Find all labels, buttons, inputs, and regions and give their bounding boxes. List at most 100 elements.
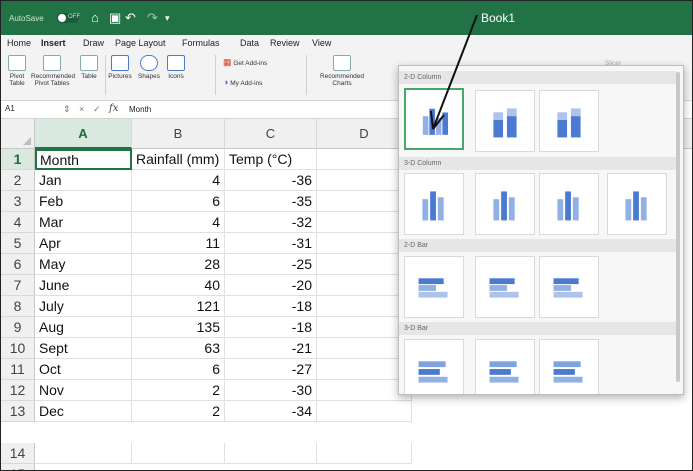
table-cell[interactable]: -27 bbox=[225, 359, 317, 380]
chart-option-3d-stacked-column[interactable] bbox=[475, 173, 535, 235]
table-cell[interactable]: -31 bbox=[225, 233, 317, 254]
column-header-a[interactable]: A bbox=[35, 119, 132, 149]
row-header[interactable]: 8 bbox=[1, 296, 35, 317]
table-cell[interactable]: Apr bbox=[35, 233, 132, 254]
row-header[interactable]: 5 bbox=[1, 233, 35, 254]
table-cell[interactable]: Nov bbox=[35, 380, 132, 401]
chart-option-3d-stacked-bar[interactable] bbox=[475, 339, 535, 394]
cell-a1[interactable]: Month bbox=[35, 149, 132, 170]
cancel-icon[interactable]: × bbox=[79, 104, 84, 114]
table-cell[interactable] bbox=[132, 443, 225, 464]
name-box-stepper-icon[interactable]: ⇕ bbox=[63, 104, 71, 115]
table-cell[interactable]: 4 bbox=[132, 212, 225, 233]
save-icon[interactable]: ▣ bbox=[109, 10, 121, 26]
chart-option-100-stacked-bar[interactable] bbox=[539, 256, 599, 318]
table-cell[interactable]: Sept bbox=[35, 338, 132, 359]
chart-option-stacked-column[interactable] bbox=[475, 90, 535, 152]
function-icon[interactable]: fx bbox=[109, 103, 118, 114]
my-addins-button[interactable]: ◑ My Add-ins bbox=[223, 78, 303, 88]
undo-icon[interactable]: ↶ bbox=[125, 10, 136, 26]
customize-toolbar-icon[interactable]: ▾ bbox=[165, 13, 170, 24]
tab-view[interactable]: View bbox=[312, 38, 331, 48]
table-cell[interactable]: -20 bbox=[225, 275, 317, 296]
recommended-pivot-button[interactable]: Recommended Pivot Tables bbox=[31, 55, 75, 87]
cell-b1[interactable]: Rainfall (mm) bbox=[132, 149, 225, 170]
table-cell[interactable] bbox=[317, 443, 412, 464]
table-cell[interactable]: 11 bbox=[132, 233, 225, 254]
table-cell[interactable]: 40 bbox=[132, 275, 225, 296]
table-cell[interactable]: 6 bbox=[132, 359, 225, 380]
chart-option-3d-clustered-column[interactable] bbox=[404, 173, 464, 235]
row-header[interactable]: 12 bbox=[1, 380, 35, 401]
table-cell[interactable] bbox=[317, 401, 412, 422]
row-header[interactable]: 4 bbox=[1, 212, 35, 233]
row-header[interactable]: 7 bbox=[1, 275, 35, 296]
row-header[interactable]: 2 bbox=[1, 170, 35, 191]
row-header[interactable]: 6 bbox=[1, 254, 35, 275]
autosave-toggle[interactable]: OFF bbox=[57, 13, 80, 23]
tab-review[interactable]: Review bbox=[270, 38, 300, 48]
table-cell[interactable]: -18 bbox=[225, 317, 317, 338]
table-cell[interactable]: -30 bbox=[225, 380, 317, 401]
table-cell[interactable]: -21 bbox=[225, 338, 317, 359]
table-cell[interactable]: Oct bbox=[35, 359, 132, 380]
table-cell[interactable]: 63 bbox=[132, 338, 225, 359]
chart-option-stacked-bar[interactable] bbox=[475, 256, 535, 318]
get-addins-button[interactable]: ▦ Get Add-ins bbox=[223, 58, 293, 68]
tab-page-layout[interactable]: Page Layout bbox=[115, 38, 166, 48]
table-cell[interactable] bbox=[225, 443, 317, 464]
name-box[interactable]: A1 bbox=[5, 104, 45, 116]
chart-option-clustered-bar[interactable] bbox=[404, 256, 464, 318]
enter-icon[interactable]: ✓ bbox=[93, 104, 101, 115]
table-cell[interactable]: Dec bbox=[35, 401, 132, 422]
tab-insert[interactable]: Insert bbox=[41, 38, 66, 53]
table-cell[interactable]: 135 bbox=[132, 317, 225, 338]
table-cell[interactable]: Feb bbox=[35, 191, 132, 212]
row-header[interactable]: 13 bbox=[1, 401, 35, 422]
recommended-charts-button[interactable]: Recommended Charts bbox=[319, 55, 365, 87]
shapes-button[interactable]: Shapes bbox=[135, 55, 163, 80]
table-cell[interactable]: Aug bbox=[35, 317, 132, 338]
home-icon[interactable]: ⌂ bbox=[91, 10, 99, 25]
table-cell[interactable]: -36 bbox=[225, 170, 317, 191]
column-header-b[interactable]: B bbox=[132, 119, 225, 149]
chart-option-clustered-column[interactable] bbox=[404, 88, 464, 150]
table-cell[interactable]: Jan bbox=[35, 170, 132, 191]
chart-option-3d-column[interactable] bbox=[607, 173, 667, 235]
pictures-button[interactable]: Pictures bbox=[105, 55, 135, 80]
table-cell[interactable]: 6 bbox=[132, 191, 225, 212]
redo-icon[interactable]: ↷ bbox=[147, 10, 158, 26]
cell-c1[interactable]: Temp (°C) bbox=[225, 149, 317, 170]
tab-data[interactable]: Data bbox=[240, 38, 259, 48]
dropdown-scrollbar[interactable] bbox=[676, 72, 680, 382]
table-cell[interactable]: 2 bbox=[132, 401, 225, 422]
table-cell[interactable]: -34 bbox=[225, 401, 317, 422]
formula-input[interactable]: Month bbox=[129, 105, 151, 114]
table-cell[interactable]: June bbox=[35, 275, 132, 296]
row-header[interactable]: 11 bbox=[1, 359, 35, 380]
icons-button[interactable]: Icons bbox=[163, 55, 189, 80]
chart-option-3d-100-stacked-bar[interactable] bbox=[539, 339, 599, 394]
table-cell[interactable]: -25 bbox=[225, 254, 317, 275]
table-cell[interactable]: Mar bbox=[35, 212, 132, 233]
row-header[interactable]: 1 bbox=[1, 149, 35, 170]
chart-option-3d-100-stacked-column[interactable] bbox=[539, 173, 599, 235]
table-cell[interactable]: -32 bbox=[225, 212, 317, 233]
table-cell[interactable]: 121 bbox=[132, 296, 225, 317]
table-cell[interactable]: -35 bbox=[225, 191, 317, 212]
row-header[interactable]: 9 bbox=[1, 317, 35, 338]
table-cell[interactable] bbox=[35, 443, 132, 464]
tab-home[interactable]: Home bbox=[7, 38, 31, 48]
tab-draw[interactable]: Draw bbox=[83, 38, 104, 48]
row-header[interactable]: 14 bbox=[1, 443, 35, 464]
table-cell[interactable]: July bbox=[35, 296, 132, 317]
row-header[interactable]: 3 bbox=[1, 191, 35, 212]
row-header[interactable]: 15 bbox=[1, 464, 35, 470]
row-header[interactable]: 10 bbox=[1, 338, 35, 359]
select-all-button[interactable] bbox=[1, 119, 35, 149]
table-button[interactable]: Table bbox=[77, 55, 101, 80]
table-cell[interactable]: -18 bbox=[225, 296, 317, 317]
tab-formulas[interactable]: Formulas bbox=[182, 38, 220, 48]
table-cell[interactable]: 4 bbox=[132, 170, 225, 191]
column-header-c[interactable]: C bbox=[225, 119, 317, 149]
